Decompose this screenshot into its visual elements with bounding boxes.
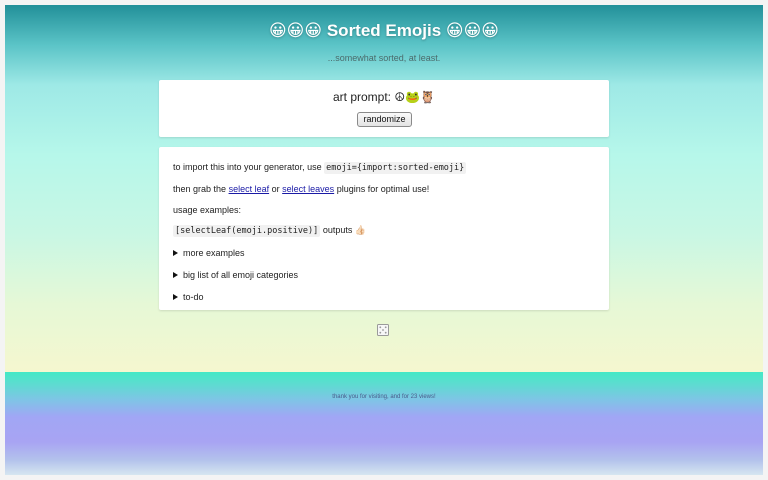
plugins-text: plugins for optimal use! (336, 184, 430, 194)
grab-text: then grab the (173, 184, 227, 194)
select-leaves-link[interactable]: select leaves (282, 184, 334, 194)
details-to-do[interactable]: to-do (173, 292, 204, 302)
details-label: more examples (183, 248, 245, 258)
or-text: or (271, 184, 280, 194)
dice-icon[interactable] (377, 324, 389, 336)
example-code: [selectLeaf(emoji.positive)] (173, 225, 321, 237)
randomize-button[interactable]: randomize (357, 112, 412, 127)
art-prompt-value: ☮🐸🦉 (394, 90, 435, 104)
art-prompt-line: art prompt: ☮🐸🦉 (159, 90, 609, 104)
example-outputs-label: outputs (322, 225, 353, 235)
footer-thanks: thank you for visiting, and for 23 views… (332, 394, 436, 400)
page: 😀😀😀 Sorted Emojis 😀😀😀 ...somewhat sorted… (5, 5, 763, 475)
details-label: to-do (183, 292, 204, 302)
usage-label: usage examples: (173, 205, 242, 215)
import-text: to import this into your generator, use (173, 162, 322, 172)
example-output-value: 👍🏻 (354, 225, 367, 235)
details-label: big list of all emoji categories (183, 270, 299, 280)
disclosure-triangle-icon (173, 294, 178, 300)
import-line: to import this into your generator, use … (173, 162, 467, 174)
art-prompt-label: art prompt: (332, 90, 392, 104)
plugins-line: then grab the select leaf or select leav… (173, 184, 429, 194)
example-line: [selectLeaf(emoji.positive)] outputs 👍🏻 (173, 225, 367, 237)
page-title: 😀😀😀 Sorted Emojis 😀😀😀 (268, 21, 500, 40)
details-more-examples[interactable]: more examples (173, 248, 245, 258)
disclosure-triangle-icon (173, 272, 178, 278)
select-leaf-link[interactable]: select leaf (229, 184, 270, 194)
details-emoji-categories[interactable]: big list of all emoji categories (173, 270, 298, 280)
disclosure-triangle-icon (173, 250, 178, 256)
art-prompt-card: art prompt: ☮🐸🦉 randomize (159, 80, 609, 137)
import-code: emoji={import:sorted-emoji} (324, 162, 467, 174)
footer-background (5, 372, 763, 475)
info-card: to import this into your generator, use … (159, 147, 609, 310)
page-subtitle: ...somewhat sorted, at least. (327, 53, 441, 63)
